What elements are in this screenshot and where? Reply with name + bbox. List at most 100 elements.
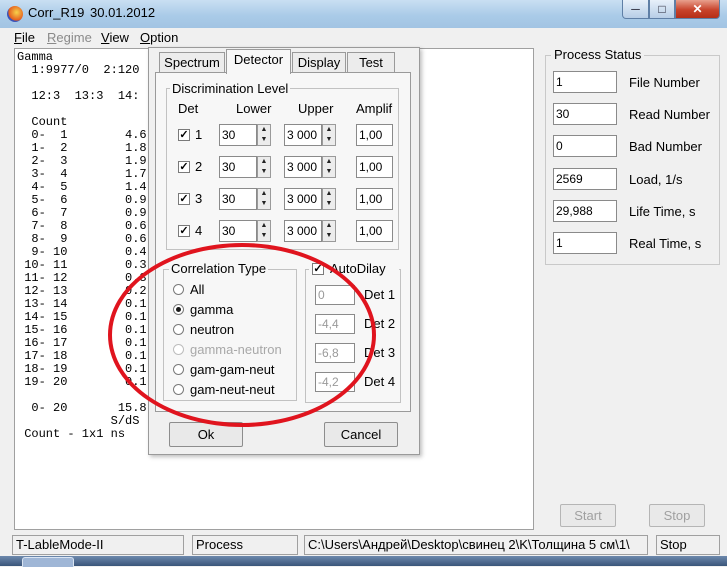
delay-det-3-label: Det 3 (364, 345, 396, 360)
det-1-amplif-input[interactable]: 1,00 (356, 124, 393, 146)
spin-down-icon[interactable]: ▼ (323, 199, 335, 209)
status-field-3[interactable]: 2569 (553, 168, 617, 190)
det-3-upper-input[interactable]: 3 000 (284, 188, 322, 210)
spin-up-icon[interactable]: ▲ (323, 157, 335, 167)
status-field-1[interactable]: 30 (553, 103, 617, 125)
menu-view[interactable]: View (101, 30, 129, 45)
taskbar (0, 556, 727, 566)
status-process: Process (192, 535, 298, 555)
det-2-upper-input[interactable]: 3 000 (284, 156, 322, 178)
spin-down-icon[interactable]: ▼ (323, 135, 335, 145)
checkmark-icon: ✓ (313, 263, 323, 275)
window-title-date: 30.01.2012 (90, 5, 156, 20)
close-icon: ✕ (692, 2, 703, 16)
det-2-lower-input[interactable]: 30 (219, 156, 257, 178)
radio-gam-gam-neut[interactable] (173, 364, 184, 375)
radio-label-gamma: gamma (190, 302, 234, 317)
discrimination-title: Discrimination Level (170, 81, 291, 96)
delay-det-4-input[interactable]: -4,2 (315, 372, 355, 392)
spin-up-icon[interactable]: ▲ (258, 125, 270, 135)
det-4-amplif-input[interactable]: 1,00 (356, 220, 393, 242)
app-icon[interactable] (7, 6, 23, 22)
det-1-upper-input[interactable]: 3 000 (284, 124, 322, 146)
status-label-5: Real Time, s (629, 236, 702, 251)
radio-label-All: All (190, 282, 205, 297)
delay-det-2-input[interactable]: -4,4 (315, 314, 355, 334)
menu-file[interactable]: File (14, 30, 35, 45)
maximize-button[interactable]: □ (649, 0, 675, 19)
radio-label-gamma-neutron: gamma-neutron (190, 342, 282, 357)
radio-label-gam-gam-neut: gam-gam-neut (190, 362, 275, 377)
spin-down-icon[interactable]: ▼ (258, 231, 270, 241)
header-lower: Lower (236, 101, 272, 116)
delay-det-2-label: Det 2 (364, 316, 396, 331)
status-field-0[interactable]: 1 (553, 71, 617, 93)
spin-down-icon[interactable]: ▼ (323, 167, 335, 177)
spin-up-icon[interactable]: ▲ (323, 125, 335, 135)
maximize-icon: □ (658, 2, 666, 16)
det-1-label: 1 (195, 127, 203, 142)
radio-gam-neut-neut[interactable] (173, 384, 184, 395)
det-1-upper-spinner[interactable]: ▲ ▼ (322, 124, 336, 146)
det-3-lower-input[interactable]: 30 (219, 188, 257, 210)
cancel-button[interactable]: Cancel (324, 422, 398, 447)
radio-gamma-neutron[interactable] (173, 344, 184, 355)
det-1-lower-spinner[interactable]: ▲ ▼ (257, 124, 271, 146)
det-2-label: 2 (195, 159, 203, 174)
det-2-amplif-input[interactable]: 1,00 (356, 156, 393, 178)
autodilay-checkbox[interactable]: ✓ (312, 263, 324, 275)
header-amplif: Amplif (356, 101, 393, 116)
det-4-upper-spinner[interactable]: ▲ ▼ (322, 220, 336, 242)
spin-up-icon[interactable]: ▲ (258, 157, 270, 167)
status-field-5[interactable]: 1 (553, 232, 617, 254)
det-2-upper-spinner[interactable]: ▲ ▼ (322, 156, 336, 178)
det-3-upper-spinner[interactable]: ▲ ▼ (322, 188, 336, 210)
spin-up-icon[interactable]: ▲ (258, 221, 270, 231)
tab-spectrum[interactable]: Spectrum (159, 52, 225, 72)
delay-det-1-input[interactable]: 0 (315, 285, 355, 305)
det-4-lower-spinner[interactable]: ▲ ▼ (257, 220, 271, 242)
radio-label-neutron: neutron (190, 322, 235, 337)
status-mode: T-LableMode-II (12, 535, 184, 555)
det-4-lower-input[interactable]: 30 (219, 220, 257, 242)
menu-regime[interactable]: Regime (47, 30, 92, 45)
autodilay-label: AutoDilay (330, 261, 386, 276)
det-3-amplif-input[interactable]: 1,00 (356, 188, 393, 210)
radio-gamma[interactable] (173, 304, 184, 315)
status-label-0: File Number (629, 75, 700, 90)
spin-up-icon[interactable]: ▲ (323, 221, 335, 231)
radio-neutron[interactable] (173, 324, 184, 335)
det-2-lower-spinner[interactable]: ▲ ▼ (257, 156, 271, 178)
det-3-checkbox[interactable]: ✓ (178, 193, 190, 205)
status-label-1: Read Number (629, 107, 710, 122)
tab-test[interactable]: Test (347, 52, 395, 72)
stop-button[interactable]: Stop (649, 504, 705, 527)
header-det: Det (178, 101, 199, 116)
det-4-upper-input[interactable]: 3 000 (284, 220, 322, 242)
spin-down-icon[interactable]: ▼ (258, 135, 270, 145)
det-1-checkbox[interactable]: ✓ (178, 129, 190, 141)
det-3-lower-spinner[interactable]: ▲ ▼ (257, 188, 271, 210)
menu-option[interactable]: Option (140, 30, 178, 45)
spin-up-icon[interactable]: ▲ (258, 189, 270, 199)
ok-button[interactable]: Ok (169, 422, 243, 447)
close-button[interactable]: ✕ (675, 0, 720, 19)
start-button[interactable]: Start (560, 504, 616, 527)
det-4-checkbox[interactable]: ✓ (178, 225, 190, 237)
det-2-checkbox[interactable]: ✓ (178, 161, 190, 173)
tab-detector[interactable]: Detector (226, 49, 291, 74)
spin-down-icon[interactable]: ▼ (323, 231, 335, 241)
minimize-button[interactable]: ─ (622, 0, 649, 19)
spin-up-icon[interactable]: ▲ (323, 189, 335, 199)
det-1-lower-input[interactable]: 30 (219, 124, 257, 146)
status-path: C:\Users\Андрей\Desktop\свинец 2\K\Толщи… (304, 535, 648, 555)
status-field-4[interactable]: 29,988 (553, 200, 617, 222)
radio-All[interactable] (173, 284, 184, 295)
delay-det-3-input[interactable]: -6,8 (315, 343, 355, 363)
status-field-2[interactable]: 0 (553, 135, 617, 157)
correlation-title: Correlation Type (169, 261, 269, 276)
spin-down-icon[interactable]: ▼ (258, 167, 270, 177)
spin-down-icon[interactable]: ▼ (258, 199, 270, 209)
status-label-4: Life Time, s (629, 204, 696, 219)
tab-display[interactable]: Display (292, 52, 346, 72)
